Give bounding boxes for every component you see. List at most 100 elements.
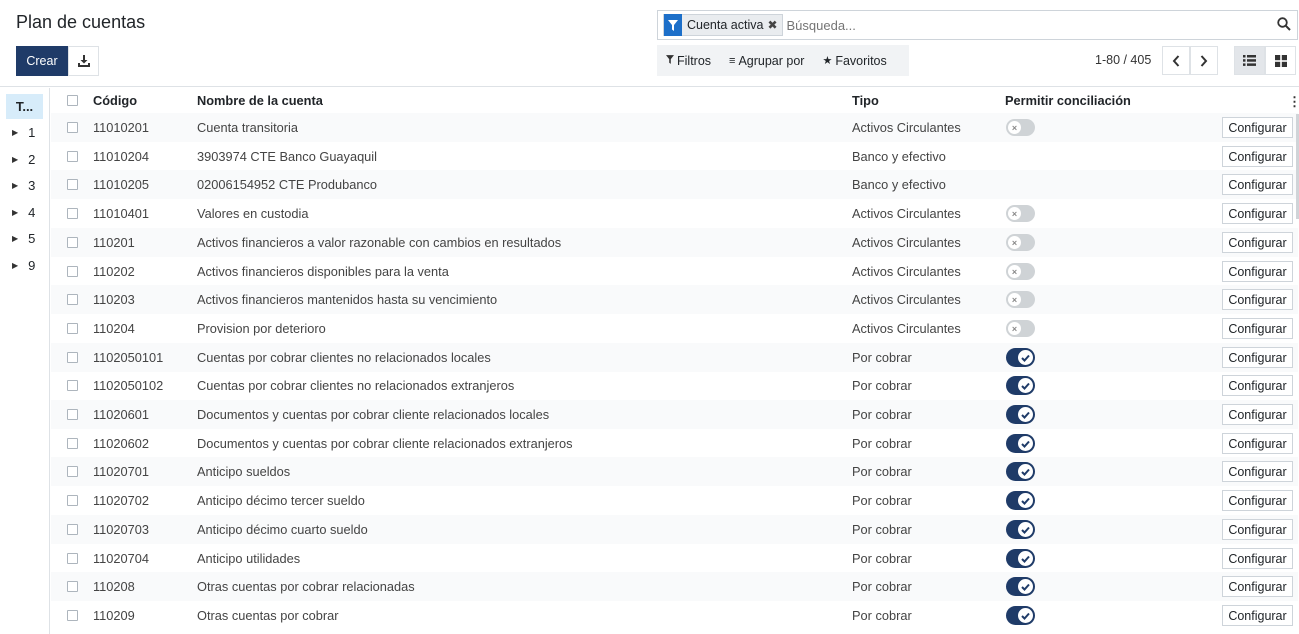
filters-dropdown[interactable]: Filtros: [657, 54, 720, 68]
pager-next-button[interactable]: [1190, 46, 1218, 75]
cell-name: Anticipo utilidades: [197, 551, 301, 566]
configure-button[interactable]: Configurar: [1222, 490, 1293, 511]
configure-button[interactable]: Configurar: [1222, 117, 1293, 138]
download-button[interactable]: [68, 46, 99, 76]
row-checkbox[interactable]: [67, 352, 78, 363]
table-row[interactable]: 110202 Activos financieros disponibles pa…: [51, 257, 1298, 286]
configure-button[interactable]: Configurar: [1222, 605, 1293, 626]
configure-button[interactable]: Configurar: [1222, 576, 1293, 597]
reconcile-toggle[interactable]: [1006, 462, 1035, 481]
table-row[interactable]: 11020704 Anticipo utilidades Por cobrar Con…: [51, 544, 1298, 573]
table-row[interactable]: 11010401 Valores en custodia Activos Circu…: [51, 199, 1298, 228]
pager-value[interactable]: 1-80 / 405: [1095, 53, 1151, 67]
row-checkbox[interactable]: [67, 179, 78, 190]
table-row[interactable]: 11020602 Documentos y cuentas por cobrar …: [51, 429, 1298, 458]
column-header-type[interactable]: Tipo: [852, 93, 879, 108]
row-checkbox[interactable]: [67, 294, 78, 305]
search-panel-item[interactable]: ▶ 4: [12, 205, 35, 220]
row-checkbox[interactable]: [67, 581, 78, 592]
select-all-checkbox[interactable]: [67, 94, 78, 106]
table-row[interactable]: 110204 Provision por deterioro Activos Cir…: [51, 314, 1298, 343]
table-row[interactable]: 110201 Activos financieros a valor razona…: [51, 228, 1298, 257]
search-panel-item[interactable]: ▶ 5: [12, 231, 35, 246]
configure-button[interactable]: Configurar: [1222, 375, 1293, 396]
reconcile-toggle[interactable]: [1006, 549, 1035, 568]
reconcile-toggle[interactable]: [1006, 348, 1035, 367]
search-facet[interactable]: Cuenta activa ✖: [663, 14, 783, 36]
row-checkbox[interactable]: [67, 524, 78, 535]
search-icon[interactable]: [1277, 17, 1291, 36]
table-row[interactable]: 11020601 Documentos y cuentas por cobrar …: [51, 400, 1298, 429]
column-header-name[interactable]: Nombre de la cuenta: [197, 93, 323, 108]
reconcile-toggle[interactable]: [1006, 520, 1035, 539]
reconcile-toggle[interactable]: [1006, 577, 1035, 596]
configure-button[interactable]: Configurar: [1222, 347, 1293, 368]
search-panel-item[interactable]: ▶ 3: [12, 178, 35, 193]
reconcile-toggle[interactable]: [1006, 405, 1035, 424]
table-row[interactable]: 11010204 3903974 CTE Banco Guayaquil Banco…: [51, 142, 1298, 171]
row-checkbox[interactable]: [67, 380, 78, 391]
configure-button[interactable]: Configurar: [1222, 203, 1293, 224]
row-checkbox[interactable]: [67, 495, 78, 506]
search-panel-header[interactable]: T...: [6, 94, 43, 119]
reconcile-toggle[interactable]: ×: [1006, 234, 1035, 251]
configure-button[interactable]: Configurar: [1222, 174, 1293, 195]
table-row[interactable]: 11010201 Cuenta transitoria Activos Circul…: [51, 113, 1298, 142]
table-row[interactable]: 11020703 Anticipo décimo cuarto sueldo Por…: [51, 515, 1298, 544]
configure-button[interactable]: Configurar: [1222, 461, 1293, 482]
account-list: Código Nombre de la cuenta Tipo Permitir…: [51, 88, 1299, 634]
search-panel-item[interactable]: ▶ 2: [12, 152, 35, 167]
configure-button[interactable]: Configurar: [1222, 519, 1293, 540]
reconcile-toggle[interactable]: ×: [1006, 119, 1035, 136]
table-row[interactable]: 110209 Otras cuentas por cobrar Por cobrar…: [51, 601, 1298, 630]
row-checkbox[interactable]: [67, 208, 78, 219]
table-row[interactable]: 1102050101 Cuentas por cobrar clientes no…: [51, 343, 1298, 372]
reconcile-toggle[interactable]: ×: [1006, 320, 1035, 337]
kanban-view-button[interactable]: [1265, 46, 1296, 75]
pager-previous-button[interactable]: [1162, 46, 1190, 75]
table-row[interactable]: 11020701 Anticipo sueldos Por cobrar Config…: [51, 457, 1298, 486]
row-checkbox[interactable]: [67, 610, 78, 621]
row-checkbox[interactable]: [67, 438, 78, 449]
row-checkbox[interactable]: [67, 151, 78, 162]
configure-button[interactable]: Configurar: [1222, 146, 1293, 167]
list-view-button[interactable]: [1234, 46, 1265, 75]
configure-button[interactable]: Configurar: [1222, 289, 1293, 310]
create-button[interactable]: Crear: [16, 46, 68, 76]
configure-button[interactable]: Configurar: [1222, 548, 1293, 569]
configure-button[interactable]: Configurar: [1222, 261, 1293, 282]
search-input[interactable]: [786, 17, 1267, 33]
reconcile-toggle[interactable]: ×: [1006, 291, 1035, 308]
column-header-reconcile[interactable]: Permitir conciliación: [1005, 93, 1131, 108]
configure-button[interactable]: Configurar: [1222, 318, 1293, 339]
table-row[interactable]: 1102050102 Cuentas por cobrar clientes no…: [51, 371, 1298, 400]
reconcile-toggle[interactable]: [1006, 376, 1035, 395]
table-row[interactable]: 110203 Activos financieros mantenidos has…: [51, 285, 1298, 314]
configure-button[interactable]: Configurar: [1222, 404, 1293, 425]
table-row[interactable]: 11010205 02006154952 CTE Produbanco Banco …: [51, 170, 1298, 199]
favorites-dropdown[interactable]: ★ Favoritos: [813, 54, 895, 68]
row-checkbox[interactable]: [67, 237, 78, 248]
row-checkbox[interactable]: [67, 466, 78, 477]
table-row[interactable]: 11020702 Anticipo décimo tercer sueldo Por…: [51, 486, 1298, 515]
reconcile-toggle[interactable]: [1006, 491, 1035, 510]
optional-columns-icon[interactable]: ⋮: [1288, 94, 1299, 110]
groupby-dropdown[interactable]: ≡ Agrupar por: [720, 54, 813, 68]
search-panel-item[interactable]: ▶ 1: [12, 125, 35, 140]
row-checkbox[interactable]: [67, 409, 78, 420]
reconcile-toggle[interactable]: [1006, 606, 1035, 625]
facet-remove-icon[interactable]: ✖: [767, 18, 781, 32]
row-checkbox[interactable]: [67, 122, 78, 133]
configure-button[interactable]: Configurar: [1222, 232, 1293, 253]
configure-button[interactable]: Configurar: [1222, 433, 1293, 454]
reconcile-toggle[interactable]: ×: [1006, 263, 1035, 280]
row-checkbox[interactable]: [67, 323, 78, 334]
reconcile-toggle[interactable]: ×: [1006, 205, 1035, 222]
row-checkbox[interactable]: [67, 553, 78, 564]
reconcile-toggle[interactable]: [1006, 434, 1035, 453]
table-row[interactable]: 110208 Otras cuentas por cobrar relaciona…: [51, 572, 1298, 601]
row-checkbox[interactable]: [67, 266, 78, 277]
search-panel-item[interactable]: ▶ 9: [12, 258, 35, 273]
column-header-code[interactable]: Código: [93, 93, 137, 108]
control-panel: Plan de cuentas Crear Cuenta activa ✖ Fi…: [0, 0, 1299, 87]
